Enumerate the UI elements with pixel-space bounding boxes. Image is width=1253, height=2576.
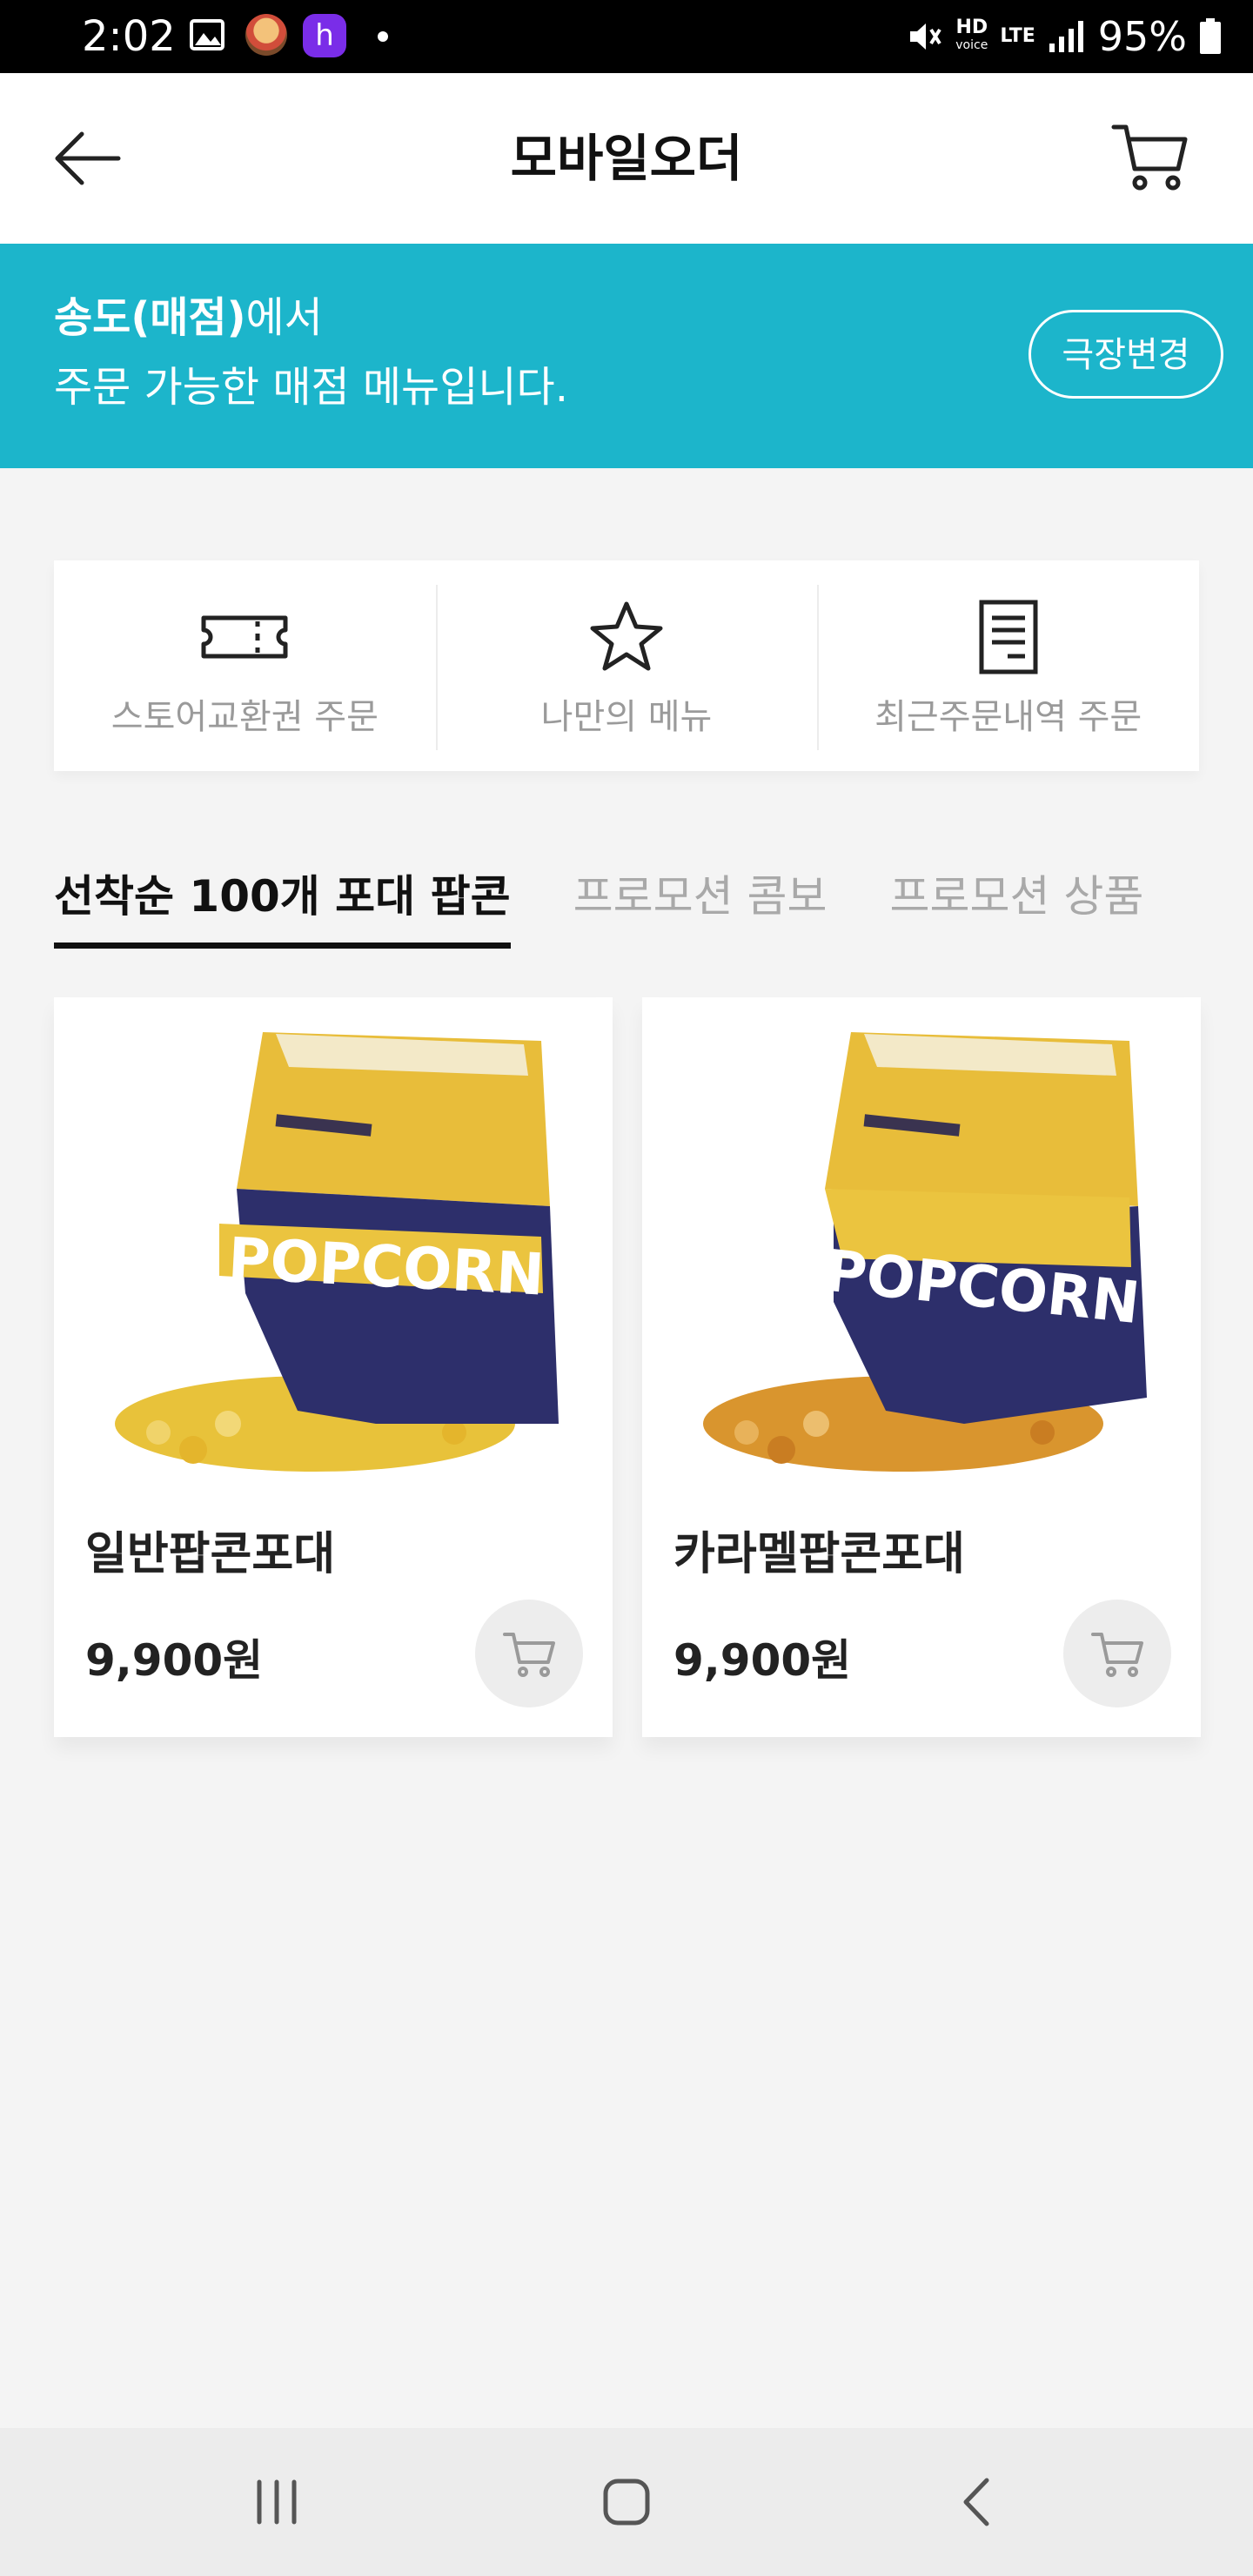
cart-icon (1091, 1633, 1143, 1677)
tab-promotion-product[interactable]: 프로모션 상품 (890, 862, 1144, 940)
quick-label-store-voucher: 스토어교환권 주문 (111, 697, 379, 737)
signal-icon (1049, 21, 1083, 52)
hd-voice-indicator: HD voice (955, 17, 988, 54)
home-button[interactable] (566, 2428, 687, 2576)
hey-app-icon: h (303, 14, 346, 57)
mute-icon (910, 23, 941, 50)
gallery-icon (190, 19, 224, 50)
recent-apps-button[interactable] (216, 2428, 338, 2576)
banner-description: 주문 가능한 매점 메뉴입니다. (54, 363, 568, 412)
cart-icon (503, 1633, 555, 1677)
battery-percent: 95% (1097, 13, 1187, 60)
more-notifications-dot (378, 31, 388, 42)
product-grid: POPCORN 일반팝콘포대 9,900원 POPCORN 카라멜팝콘포대 9,… (54, 997, 1201, 1737)
app-header: 모바일오더 (0, 73, 1253, 244)
tab-first-come-popcorn[interactable]: 선착순 100개 포대 팝콘 (54, 862, 511, 949)
lte-indicator: LTE (1000, 25, 1035, 47)
battery-icon (1200, 18, 1221, 54)
product-image: POPCORN (115, 1032, 559, 1472)
recent-apps-icon (257, 2479, 297, 2525)
home-icon (603, 2479, 650, 2526)
tab-promotion-combo[interactable]: 프로모션 콤보 (573, 862, 828, 940)
store-banner: 송도(매점)에서 주문 가능한 매점 메뉴입니다. 극장변경 (0, 244, 1253, 468)
voice-label: voice (955, 38, 988, 52)
ticket-icon (201, 615, 288, 659)
product-image: POPCORN (703, 1032, 1147, 1472)
product-name: 일반팝콘포대 (85, 1528, 336, 1580)
quick-item-my-menu[interactable]: 나만의 메뉴 (435, 560, 818, 771)
game-app-icon (245, 14, 287, 56)
product-card[interactable]: POPCORN 일반팝콘포대 9,900원 (54, 997, 613, 1737)
status-indicators: HD voice LTE 95% (905, 7, 1222, 66)
status-time: 2:02 (82, 12, 176, 61)
quick-label-recent-orders: 최근주문내역 주문 (874, 697, 1142, 737)
product-name: 카라멜팝콘포대 (673, 1528, 965, 1580)
product-price: 9,900원 (85, 1635, 264, 1686)
chevron-left-icon (963, 2478, 989, 2526)
quick-label-my-menu: 나만의 메뉴 (540, 697, 713, 737)
quick-item-recent-orders[interactable]: 최근주문내역 주문 (817, 560, 1199, 771)
product-card[interactable]: POPCORN 카라멜팝콘포대 9,900원 (642, 997, 1201, 1737)
star-icon (590, 601, 663, 671)
quick-item-store-voucher[interactable]: 스토어교환권 주문 (54, 560, 436, 771)
banner-line1-suffix: 에서 (245, 293, 323, 342)
store-name: 송도(매점) (54, 293, 246, 342)
system-back-button[interactable] (915, 2428, 1037, 2576)
banner-store-line: 송도(매점)에서 (54, 287, 323, 348)
receipt-icon (979, 600, 1038, 674)
system-nav-bar (0, 2428, 1253, 2576)
category-tabs: 선착순 100개 포대 팝콘 프로모션 콤보 프로모션 상품 (54, 862, 1144, 949)
add-to-cart-button[interactable] (1063, 1600, 1171, 1707)
cart-icon[interactable] (1110, 120, 1189, 193)
status-bar: 2:02 h HD voice LTE 95% (0, 0, 1253, 73)
add-to-cart-button[interactable] (475, 1600, 583, 1707)
change-theater-button[interactable]: 극장변경 (1029, 310, 1223, 399)
quick-menu: 스토어교환권 주문 나만의 메뉴 최근주문내역 주문 (54, 560, 1199, 771)
page-title: 모바일오더 (510, 129, 743, 188)
hd-label: HD (955, 17, 988, 38)
product-price: 9,900원 (673, 1635, 852, 1686)
